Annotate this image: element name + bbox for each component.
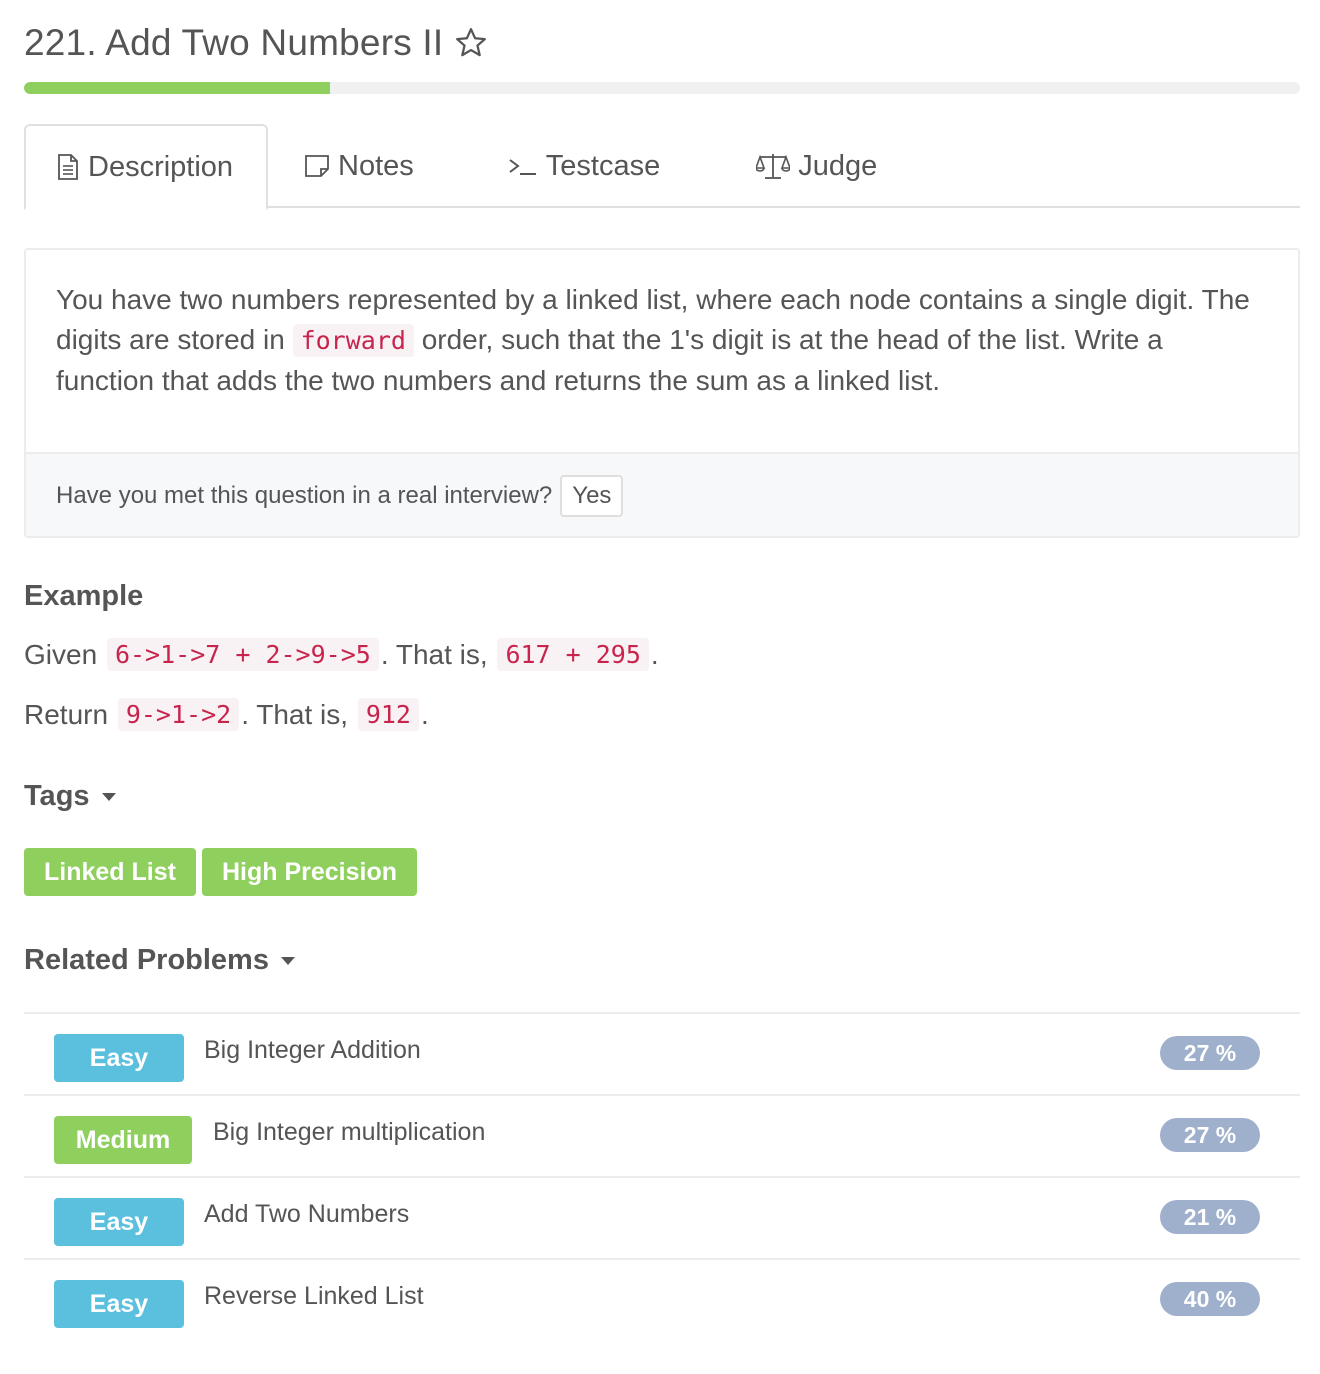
example-text: . That is,: [380, 638, 496, 670]
tag-linked-list[interactable]: Linked List: [24, 848, 196, 896]
tab-notes[interactable]: Notes: [268, 124, 442, 208]
example-heading-text: Example: [24, 580, 144, 612]
inline-code: forward: [292, 324, 414, 357]
acceptance-rate-badge: 21 %: [1160, 1200, 1260, 1234]
interview-question: Have you met this question in a real int…: [56, 482, 553, 509]
related-problem-row[interactable]: Easy Add Two Numbers 21 %: [24, 1176, 1300, 1258]
difficulty-badge: Easy: [54, 1034, 184, 1082]
note-icon: [304, 154, 330, 178]
tag-list: Linked List High Precision: [24, 848, 418, 896]
example-text: .: [650, 638, 659, 670]
title-row: 221. Add Two Numbers II: [24, 18, 489, 68]
example-return-line: Return 9->1->2. That is, 912.: [24, 698, 429, 731]
tags-heading: Tags: [24, 780, 90, 812]
inline-code: 6->1->7 + 2->9->5: [106, 638, 379, 671]
acceptance-rate-badge: 27 %: [1160, 1118, 1260, 1152]
difficulty-badge: Easy: [54, 1198, 184, 1246]
interview-bar: Have you met this question in a real int…: [26, 452, 1298, 536]
related-problem-row[interactable]: Medium Big Integer multiplication 27 %: [24, 1094, 1300, 1176]
tab-label: Judge: [798, 149, 878, 182]
document-icon: [56, 154, 80, 180]
acceptance-rate-badge: 27 %: [1160, 1036, 1260, 1070]
tab-label: Description: [88, 150, 234, 183]
related-problem-row[interactable]: Easy Big Integer Addition 27 %: [24, 1012, 1300, 1094]
description-panel: You have two numbers represented by a li…: [24, 248, 1300, 538]
tag-high-precision[interactable]: High Precision: [201, 848, 418, 896]
tab-judge[interactable]: Judge: [688, 124, 905, 208]
tab-bar: Description Notes Testcase Judge: [24, 124, 1300, 210]
related-problem-name[interactable]: Big Integer Addition: [204, 1036, 421, 1065]
difficulty-badge: Easy: [54, 1280, 184, 1328]
related-problem-row[interactable]: Easy Reverse Linked List 40 %: [24, 1258, 1300, 1340]
example-text: Given: [24, 638, 105, 670]
inline-code: 617 + 295: [497, 638, 649, 671]
example-text: .: [420, 698, 429, 730]
example-given-line: Given 6->1->7 + 2->9->5. That is, 617 + …: [24, 638, 659, 671]
tab-label: Testcase: [545, 149, 661, 182]
example-text: . That is,: [241, 698, 356, 730]
tab-label: Notes: [338, 149, 414, 182]
example-text: Return: [24, 698, 116, 730]
tab-testcase[interactable]: Testcase: [442, 124, 688, 208]
tags-toggle[interactable]: Tags: [24, 780, 116, 813]
related-problem-name[interactable]: Big Integer multiplication: [213, 1118, 485, 1147]
difficulty-badge: Medium: [54, 1116, 192, 1164]
description-text: You have two numbers represented by a li…: [26, 250, 1298, 452]
progress-fill: [24, 82, 331, 94]
related-problems-list: Easy Big Integer Addition 27 % Medium Bi…: [24, 1012, 1300, 1340]
caret-down-icon: [101, 792, 116, 801]
scale-icon: [756, 152, 791, 180]
caret-down-icon: [280, 956, 295, 965]
related-problems-heading: Related Problems: [24, 944, 269, 976]
tab-description[interactable]: Description: [24, 124, 268, 210]
yes-button[interactable]: Yes: [560, 475, 624, 517]
related-problem-name[interactable]: Add Two Numbers: [204, 1200, 409, 1229]
page-title: 221. Add Two Numbers II: [24, 22, 444, 63]
inline-code: 9->1->2: [117, 698, 240, 731]
example-heading: Example: [24, 580, 143, 613]
terminal-icon: [508, 154, 538, 178]
inline-code: 912: [357, 698, 419, 731]
star-icon[interactable]: [453, 25, 489, 61]
related-problems-toggle[interactable]: Related Problems: [24, 944, 295, 977]
related-problem-name[interactable]: Reverse Linked List: [204, 1282, 424, 1311]
acceptance-rate-badge: 40 %: [1160, 1282, 1260, 1316]
progress-bar: [24, 82, 1300, 94]
